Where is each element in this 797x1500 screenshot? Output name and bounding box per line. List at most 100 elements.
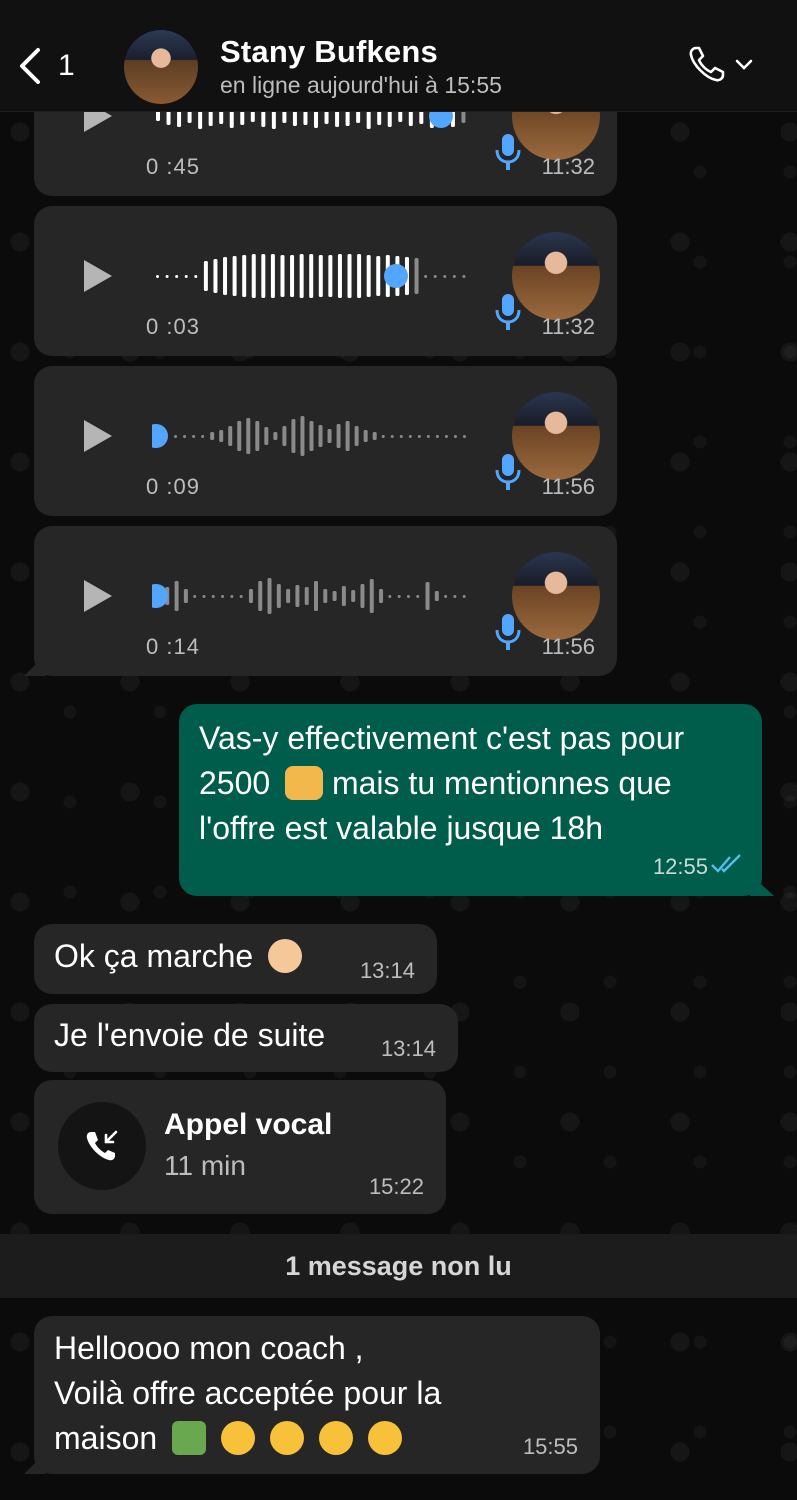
waveform-bar <box>271 112 276 129</box>
waveform-bar <box>251 254 256 298</box>
waveform-bar <box>242 255 247 297</box>
voice-waveform[interactable] <box>152 246 468 306</box>
waveform-bar <box>300 416 305 456</box>
waveform-bar <box>426 435 430 438</box>
waveform-bar <box>174 435 178 438</box>
outgoing-message[interactable]: Vas-y effectivement c'est pas pour 2500 … <box>179 704 762 896</box>
voice-duration: 0 :09 <box>146 474 200 499</box>
waveform-bar <box>387 112 392 127</box>
waveform-bar <box>416 595 420 598</box>
waveform-bar <box>406 595 410 598</box>
waveform-bar <box>328 255 333 297</box>
message-text: Helloooo mon coach , Voilà offre accepté… <box>54 1326 441 1461</box>
waveform-bar <box>414 258 419 294</box>
contact-status: en ligne aujourd'hui à 15:55 <box>220 72 502 98</box>
message-line: 2500 mais tu mentionnes que <box>199 761 749 806</box>
waveform-bar <box>453 435 457 438</box>
waveform-bar <box>270 254 275 298</box>
waveform-bar <box>369 579 374 613</box>
voice-call-message[interactable]: Appel vocal 11 min 15:22 <box>34 1080 446 1214</box>
waveform-bar <box>175 275 179 278</box>
waveform-bar <box>366 255 371 297</box>
chat-body[interactable]: 0 :45 11:32 0 :03 11:32 0 :09 11:56 0 :1… <box>0 112 797 1500</box>
waveform-bar <box>434 591 439 601</box>
play-icon[interactable] <box>82 258 114 294</box>
waveform-bar <box>397 595 401 598</box>
waveform-bar <box>366 112 371 129</box>
call-button[interactable] <box>686 40 758 88</box>
waveform-bar <box>335 112 340 127</box>
waveform-bar <box>156 112 160 121</box>
waveform-bar <box>194 275 198 278</box>
waveform-bar <box>357 254 362 298</box>
voice-waveform[interactable] <box>152 406 468 466</box>
waveform-bar <box>198 112 203 129</box>
waveform-bar <box>255 421 260 451</box>
message-fragment: maison <box>54 1420 158 1456</box>
waveform-bar <box>332 591 337 601</box>
mic-icon <box>495 614 521 650</box>
call-icon-circle <box>58 1102 146 1190</box>
incoming-call-icon <box>86 1130 118 1161</box>
contact-avatar[interactable] <box>124 30 198 104</box>
call-duration: 11 min <box>164 1150 246 1181</box>
playback-scrubber[interactable] <box>152 424 168 448</box>
voice-message[interactable]: 0 :09 11:56 <box>34 366 617 516</box>
message-time: 13:14 <box>380 1036 436 1061</box>
message-time: 11:32 <box>541 154 595 179</box>
voice-message[interactable]: 0 :03 11:32 <box>34 206 617 356</box>
waveform-bar <box>345 112 350 126</box>
play-icon[interactable] <box>82 578 114 614</box>
waveform-bar <box>417 435 421 438</box>
waveform-bar <box>372 432 377 440</box>
incoming-message[interactable]: Ok ça marche 13:14 <box>34 924 437 994</box>
waveform-bar <box>345 421 350 451</box>
waveform-bar <box>230 595 234 598</box>
waveform-bar <box>156 275 159 278</box>
waveform-bar <box>453 595 457 598</box>
play-icon[interactable] <box>82 418 114 454</box>
mic-icon <box>495 294 521 330</box>
play-icon[interactable] <box>82 112 114 134</box>
waveform-bar <box>165 275 169 278</box>
incoming-message[interactable]: Helloooo mon coach , Voilà offre accepté… <box>34 1316 600 1474</box>
waveform-bar <box>408 112 413 126</box>
waveform-bar <box>324 112 329 124</box>
ok-hand-emoji <box>268 939 303 973</box>
message-text: Ok ça marche <box>54 934 303 979</box>
voice-message[interactable]: 0 :45 11:32 <box>34 112 617 196</box>
waveform-bar <box>304 587 309 605</box>
call-title: Appel vocal <box>164 1108 333 1141</box>
waveform-bar <box>174 581 179 611</box>
message-text: Je l'envoie de suite <box>54 1017 326 1053</box>
waveform-bar <box>452 275 456 278</box>
waveform-bar <box>258 581 263 611</box>
voice-duration: 0 :03 <box>146 314 200 339</box>
waveform-bar <box>390 435 394 438</box>
waveform-bar <box>356 112 361 123</box>
voice-message[interactable]: 0 :14 11:56 <box>34 526 617 676</box>
waveform-bar <box>219 112 224 124</box>
waveform-bar <box>193 595 197 598</box>
waveform-bar <box>381 435 385 438</box>
incoming-message[interactable]: Je l'envoie de suite 13:14 <box>34 1004 458 1072</box>
waveform-bar <box>183 435 187 438</box>
mic-icon <box>495 454 521 490</box>
playback-scrubber[interactable] <box>384 264 408 288</box>
sender-avatar <box>512 552 600 640</box>
message-fragment: Ok ça marche <box>54 938 254 974</box>
contact-name[interactable]: Stany Bufkens <box>220 34 438 70</box>
waveform-bar <box>228 426 233 446</box>
waveform-bar <box>363 430 368 442</box>
voice-waveform[interactable] <box>152 112 468 146</box>
waveform-bar <box>248 589 253 603</box>
voice-waveform[interactable] <box>152 566 468 626</box>
back-button[interactable]: 1 <box>16 42 76 90</box>
waveform-bar <box>314 112 318 128</box>
waveform-bar <box>341 586 346 606</box>
waveform-bar <box>240 112 245 125</box>
waveform-bar <box>424 275 428 278</box>
waveform-bar <box>291 419 296 453</box>
waveform-bar <box>201 435 205 438</box>
waveform-bar <box>419 112 424 124</box>
